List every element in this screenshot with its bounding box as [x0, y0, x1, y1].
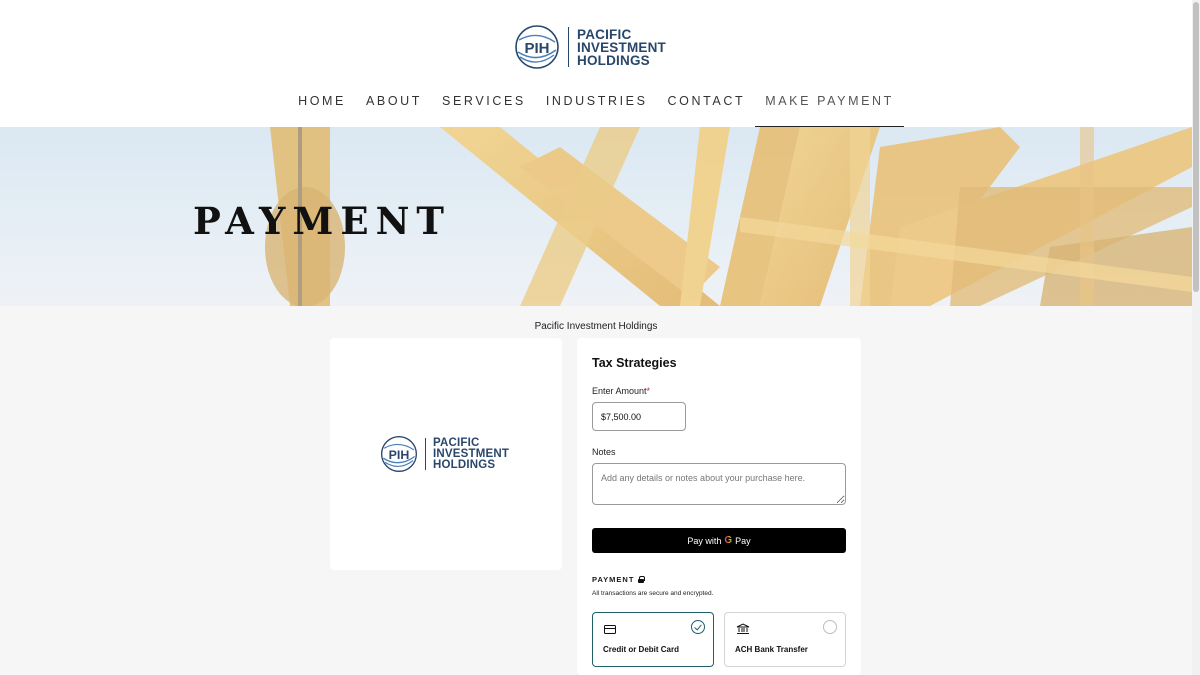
amount-label-text: Enter Amount — [592, 386, 647, 396]
nav-make-payment[interactable]: MAKE PAYMENT — [755, 93, 904, 127]
required-mark: * — [646, 386, 651, 396]
nav-contact[interactable]: CONTACT — [658, 93, 756, 127]
site-header: PIH PACIFIC INVESTMENT HOLDINGS HOME ABO… — [0, 0, 1192, 127]
bank-icon — [736, 623, 750, 634]
logo-line-1: PACIFIC — [433, 436, 480, 449]
svg-text:PIH: PIH — [389, 448, 410, 462]
product-title: Tax Strategies — [592, 356, 677, 370]
nav-about[interactable]: ABOUT — [356, 93, 432, 127]
payment-form-card: Tax Strategies Enter Amount* Notes Pay w… — [577, 338, 861, 675]
method-ach-bank[interactable]: ACH Bank Transfer — [724, 612, 846, 667]
nav-industries[interactable]: INDUSTRIES — [536, 93, 658, 127]
hero-banner: PAYMENT — [0, 127, 1192, 306]
nav-home[interactable]: HOME — [288, 93, 356, 127]
notes-label: Notes — [592, 447, 616, 457]
method-credit-card-label: Credit or Debit Card — [603, 645, 680, 654]
google-pay-button[interactable]: Pay with G Pay — [592, 528, 846, 553]
logo-line-1: PACIFIC — [577, 26, 632, 42]
radio-unchecked-icon[interactable] — [823, 620, 837, 634]
amount-input[interactable] — [592, 402, 686, 431]
gpay-suffix: Pay — [735, 535, 751, 546]
method-ach-bank-label: ACH Bank Transfer — [735, 645, 808, 654]
scrollbar-thumb[interactable] — [1193, 2, 1199, 292]
method-credit-card[interactable]: Credit or Debit Card — [592, 612, 714, 667]
payment-methods: Credit or Debit Card ACH Bank Transfer — [592, 612, 846, 667]
notes-textarea[interactable] — [592, 463, 846, 505]
svg-text:PIH: PIH — [524, 40, 549, 57]
logo-divider — [568, 27, 569, 67]
nav-services[interactable]: SERVICES — [432, 93, 536, 127]
main-nav: HOME ABOUT SERVICES INDUSTRIES CONTACT M… — [0, 93, 1192, 127]
header-logo[interactable]: PIH PACIFIC INVESTMENT HOLDINGS — [514, 22, 684, 72]
logo-line-2: INVESTMENT — [433, 447, 510, 460]
page-scrollbar[interactable] — [1192, 0, 1200, 675]
credit-card-icon — [604, 625, 616, 634]
amount-label: Enter Amount* — [592, 386, 846, 396]
gpay-prefix: Pay with — [687, 535, 722, 546]
card-logo: PIH PACIFIC INVESTMENT HOLDINGS — [380, 434, 520, 474]
logo-wordmark: PACIFIC INVESTMENT HOLDINGS — [577, 26, 667, 68]
payment-security-note: All transactions are secure and encrypte… — [592, 590, 714, 597]
google-g-icon: G — [724, 535, 733, 546]
logo-line-3: HOLDINGS — [433, 458, 496, 471]
logo-divider — [425, 438, 426, 470]
logo-line-2: INVESTMENT — [577, 39, 667, 55]
business-name-label: Pacific Investment Holdings — [534, 321, 658, 332]
payment-section-heading: PAYMENT — [592, 575, 846, 584]
hero-title: PAYMENT — [193, 199, 451, 243]
logo-wordmark: PACIFIC INVESTMENT HOLDINGS — [433, 436, 510, 471]
lock-icon — [638, 576, 646, 583]
payment-heading-text: PAYMENT — [592, 575, 635, 584]
check-circle-icon[interactable] — [691, 620, 705, 634]
business-logo-card: PIH PACIFIC INVESTMENT HOLDINGS — [330, 338, 562, 570]
pih-logo-mark-icon: PIH — [380, 435, 418, 473]
pih-logo-mark-icon: PIH — [514, 24, 560, 70]
logo-line-3: HOLDINGS — [577, 52, 650, 68]
crane-background-image — [0, 127, 1192, 306]
